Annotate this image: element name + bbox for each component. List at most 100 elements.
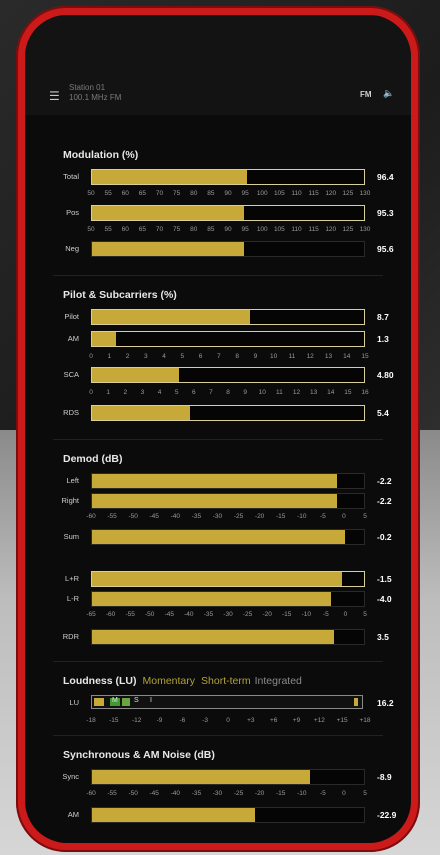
scale-tick: 12 — [292, 389, 301, 396]
scale-tick: 50 — [87, 190, 95, 197]
scale-tick: 10 — [270, 353, 278, 360]
meter-am-subcarrier-value: 1.3 — [377, 334, 389, 344]
scale-tick: 125 — [342, 226, 354, 233]
meter-rdr-fill — [92, 630, 335, 644]
meter-sca: SCA 4.80 — [25, 365, 411, 385]
scale-tick: 0 — [342, 790, 346, 797]
scale-tick: 65 — [138, 226, 146, 233]
scale-tick: +6 — [269, 717, 278, 724]
scale-tick: -20 — [254, 513, 265, 520]
scale-tick: 13 — [324, 353, 333, 360]
scale-tick: -40 — [170, 790, 180, 797]
app-header: ☰ Station 01 100.1 MHz FM FM 🔈 — [25, 15, 411, 115]
scale-tick: 90 — [224, 226, 232, 233]
meter-am-noise: AM -22.9 — [25, 805, 411, 825]
scale-tick: -3 — [202, 717, 209, 724]
scale-tick: 115 — [308, 190, 319, 197]
scale-tick: -65 — [86, 611, 96, 618]
scale-tick: 60 — [121, 190, 129, 197]
scale-tick: -10 — [297, 790, 307, 797]
scale-tick: 70 — [155, 226, 164, 233]
scale-tick: -15 — [275, 790, 286, 797]
scale-tick: +18 — [359, 717, 371, 724]
scale-tick: 110 — [291, 226, 302, 233]
meter-sca-track — [91, 367, 365, 383]
menu-icon[interactable]: ☰ — [49, 89, 60, 103]
loudness-momentary-label[interactable]: Momentary — [143, 675, 196, 687]
divider-2 — [53, 439, 383, 440]
meter-sum: Sum -0.2 — [25, 527, 411, 547]
meter-neg-fill — [92, 242, 245, 256]
station-line-2: 100.1 MHz FM — [69, 93, 122, 102]
loudness-s-marker: S — [134, 697, 139, 704]
scale-tick: -45 — [149, 513, 159, 520]
scale-tick: 11 — [288, 353, 296, 360]
meter-neg-track — [91, 241, 365, 257]
meter-left-value: -2.2 — [377, 476, 392, 486]
scale-tick: 16 — [361, 389, 369, 396]
meter-sync-noise: Sync -8.9 — [25, 767, 411, 787]
scale-tick: 120 — [325, 226, 337, 233]
scale-tick: 15 — [361, 353, 369, 360]
speaker-icon[interactable]: 🔈 — [383, 88, 394, 99]
loudness-shortterm-label[interactable]: Short-term — [201, 675, 251, 687]
meter-total-track — [91, 169, 365, 185]
meter-pos-track — [91, 205, 365, 221]
loudness-seg-end — [354, 698, 358, 706]
station-line-1: Station 01 — [69, 83, 106, 92]
meter-rds-track — [91, 405, 365, 421]
scale-tick: +12 — [313, 717, 325, 724]
meter-am-subcarrier-track — [91, 331, 365, 347]
pilot-scale-2: 0 1 2 3 4 5 6 7 8 9 10 11 12 13 14 15 16 — [89, 389, 369, 399]
scale-tick: 125 — [342, 190, 354, 197]
demod-scale-2: -65 -60 -55 -50 -45 -40 -35 -30 -25 -20 -15 -10 -5 0 5 — [86, 611, 367, 621]
scale-tick: 15 — [344, 389, 352, 396]
scale-tick: -30 — [223, 611, 233, 618]
scale-tick: 2 — [125, 353, 130, 360]
loudness-scale: -18 -15 -12 -9 -6 -3 0 +3 +6 +9 +12 +15 +18 — [86, 717, 370, 727]
meter-l-plus-r: L+R -1.5 — [25, 569, 411, 589]
scale-tick: 120 — [325, 190, 337, 197]
loudness-seg-1 — [94, 698, 104, 706]
scale-tick: -12 — [131, 717, 142, 724]
scale-tick: -50 — [128, 790, 138, 797]
scale-tick: 10 — [258, 389, 266, 396]
loudness-m-marker: M — [112, 697, 118, 704]
meter-sum-value: -0.2 — [377, 532, 392, 542]
scale-tick: 6 — [198, 353, 203, 360]
scale-tick: 1 — [106, 389, 110, 396]
scale-tick: 85 — [207, 190, 215, 197]
loudness-title-text: Loudness (LU) — [63, 675, 137, 687]
meter-pos: Pos 95.3 — [25, 203, 411, 223]
meter-pilot-label: Pilot — [64, 312, 79, 321]
meter-l-minus-r-fill — [92, 592, 332, 606]
meter-pilot-fill — [92, 310, 250, 324]
loudness-integrated-label[interactable]: Integrated — [255, 675, 302, 687]
scale-tick: -30 — [212, 513, 223, 520]
scale-tick: 70 — [155, 190, 164, 197]
scale-tick: 90 — [224, 190, 232, 197]
modulation-title-text: Modulation (%) — [63, 149, 139, 161]
scale-tick: -55 — [125, 611, 135, 618]
scale-tick: -30 — [212, 790, 223, 797]
scale-tick: -20 — [262, 611, 272, 618]
meter-rdr: RDR 3.5 — [25, 627, 411, 647]
meter-right-fill — [92, 494, 337, 508]
meter-left-track — [91, 473, 365, 489]
scale-tick: -25 — [233, 790, 244, 797]
scale-tick: 14 — [343, 353, 351, 360]
scale-tick: -5 — [319, 513, 326, 520]
pilot-title: Pilot & Subcarriers (%) — [63, 289, 177, 301]
meter-am-noise-fill — [92, 808, 256, 822]
scale-tick: 75 — [173, 190, 181, 197]
meter-total: Total 96.4 — [25, 167, 411, 187]
meter-right: Right -2.2 — [25, 491, 411, 511]
mode-label[interactable]: FM — [360, 90, 372, 99]
scale-tick: 100 — [256, 190, 268, 197]
scale-tick: -5 — [322, 611, 329, 618]
station-info: Station 01 100.1 MHz FM — [69, 83, 121, 103]
scale-tick: 3 — [140, 389, 145, 396]
scale-tick: -40 — [184, 611, 194, 618]
scale-tick: 55 — [104, 190, 112, 197]
meter-am-noise-label: AM — [67, 810, 79, 819]
